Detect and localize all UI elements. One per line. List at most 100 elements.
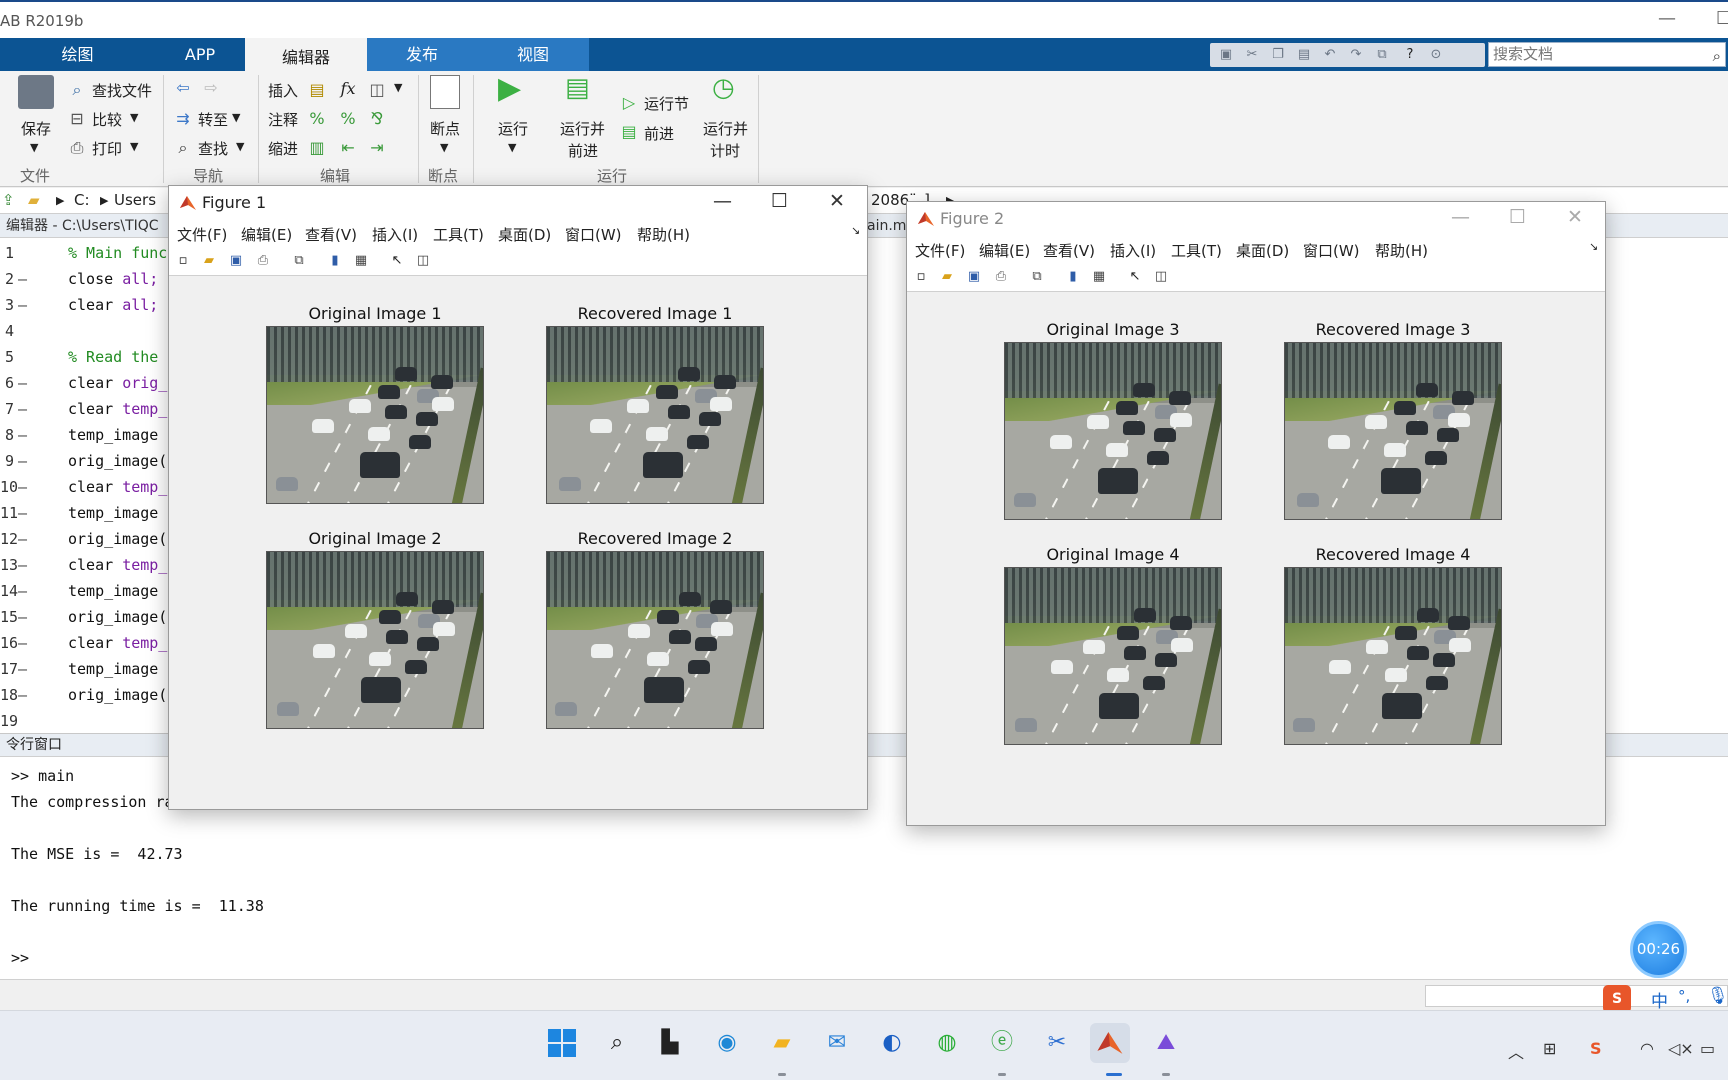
menu-help[interactable]: 帮助(H) xyxy=(1375,240,1428,261)
menu-file[interactable]: 文件(F) xyxy=(177,224,227,245)
paste-icon[interactable]: ▤ xyxy=(1294,45,1314,65)
browser-e-icon[interactable]: ⓔ xyxy=(982,1023,1022,1063)
code-line[interactable]: clear temp_ xyxy=(68,400,167,418)
chevron-down-icon[interactable]: ▼ xyxy=(394,81,402,94)
breakpoint-marker[interactable]: — xyxy=(18,478,27,496)
image-axes[interactable] xyxy=(266,326,484,504)
chevron-down-icon[interactable]: ▼ xyxy=(130,111,138,124)
open-file-icon[interactable]: ▰ xyxy=(937,267,957,287)
breakpoints-button[interactable]: 断点 xyxy=(430,118,460,139)
code-line[interactable]: clear temp_ xyxy=(68,634,167,652)
sogou-ime-icon[interactable]: S xyxy=(1603,985,1631,1013)
code-line[interactable]: temp_image xyxy=(68,582,158,600)
copy-icon[interactable]: ❐ xyxy=(1268,45,1288,65)
save-button[interactable]: 保存 xyxy=(21,118,51,139)
goto-button[interactable]: 转至 xyxy=(198,109,228,130)
back-icon[interactable]: ⇦ xyxy=(172,77,194,99)
advance-button[interactable]: 前进 xyxy=(644,123,674,144)
snipping-tool-icon[interactable]: ✂ xyxy=(1037,1023,1077,1063)
breakpoint-marker[interactable]: — xyxy=(18,504,27,522)
run-icon[interactable]: ▶ xyxy=(498,71,521,106)
legend-icon[interactable]: ▦ xyxy=(351,251,371,271)
minimize-icon[interactable]: — xyxy=(1451,206,1470,228)
sogou-tray-icon[interactable]: S xyxy=(1590,1039,1602,1058)
breakpoint-marker[interactable]: — xyxy=(18,582,27,600)
run-button[interactable]: 运行 xyxy=(498,118,528,139)
close-icon[interactable]: ✕ xyxy=(1567,206,1583,228)
tab-view[interactable]: 视图 xyxy=(477,38,589,71)
wechat-icon[interactable]: ◍ xyxy=(927,1023,967,1063)
ime-punctuation[interactable]: °, xyxy=(1678,987,1690,1005)
minimize-icon[interactable]: — xyxy=(713,190,732,212)
menu-tools[interactable]: 工具(T) xyxy=(433,224,484,245)
insert-button[interactable]: 插入 xyxy=(268,80,298,101)
code-line[interactable]: temp_image xyxy=(68,426,158,444)
breakpoint-marker[interactable]: — xyxy=(18,686,27,704)
recording-timer[interactable]: 00:26 xyxy=(1630,921,1687,978)
help-icon[interactable]: ? xyxy=(1400,45,1420,65)
comment-button[interactable]: 注释 xyxy=(268,109,298,130)
pointer-icon[interactable]: ↖ xyxy=(387,251,407,271)
find-button[interactable]: 查找 xyxy=(198,138,228,159)
show-hidden-icons-icon[interactable]: ︿ xyxy=(1508,1039,1524,1063)
breakpoint-marker[interactable]: — xyxy=(18,296,27,314)
file-explorer-icon[interactable]: ▰ xyxy=(762,1023,802,1063)
image-axes[interactable] xyxy=(1284,567,1502,745)
close-icon[interactable]: ✕ xyxy=(829,190,845,212)
breakpoint-marker[interactable]: — xyxy=(18,530,27,548)
open-file-icon[interactable]: ▰ xyxy=(199,251,219,271)
community-icon[interactable]: ⊙ xyxy=(1426,45,1446,65)
uncomment-icon[interactable]: % xyxy=(337,108,359,130)
increase-indent-icon[interactable]: ⇥ xyxy=(366,137,388,159)
chevron-down-icon[interactable]: ▼ xyxy=(130,140,138,153)
run-and-advance-icon[interactable]: ▤ xyxy=(565,73,590,103)
save-figure-icon[interactable]: ▣ xyxy=(964,267,984,287)
property-inspector-icon[interactable]: ◫ xyxy=(1151,267,1171,287)
breakpoint-marker[interactable]: — xyxy=(18,426,27,444)
input-method-icon[interactable]: ⊞ xyxy=(1543,1039,1556,1058)
code-line[interactable]: close all; xyxy=(68,270,158,288)
menu-edit[interactable]: 编辑(E) xyxy=(241,224,292,245)
image-axes[interactable] xyxy=(1004,567,1222,745)
menu-insert[interactable]: 插入(I) xyxy=(372,224,418,245)
breakpoint-marker[interactable]: — xyxy=(18,556,27,574)
code-line[interactable]: temp_image xyxy=(68,504,158,522)
new-figure-icon[interactable]: ▫ xyxy=(911,267,931,287)
code-line[interactable]: clear temp_ xyxy=(68,556,167,574)
photos-app-icon[interactable]: ⛰ xyxy=(1146,1023,1186,1063)
breakpoint-marker[interactable]: — xyxy=(18,634,27,652)
figure-2-window[interactable]: Figure 2 — ☐ ✕ 文件(F) 编辑(E) 查看(V) 插入(I) 工… xyxy=(906,201,1606,826)
menu-help[interactable]: 帮助(H) xyxy=(637,224,690,245)
run-and-time-icon[interactable]: ◷ xyxy=(712,73,735,103)
task-view-icon[interactable]: ▙ xyxy=(650,1023,690,1063)
code-line[interactable]: orig_image( xyxy=(68,686,167,704)
redo-icon[interactable]: ↷ xyxy=(1346,45,1366,65)
dock-icon[interactable]: ↘ xyxy=(1589,240,1598,253)
breakpoint-marker[interactable]: — xyxy=(18,374,27,392)
breakpoint-marker[interactable]: — xyxy=(18,400,27,418)
breakpoint-marker[interactable]: — xyxy=(18,660,27,678)
save-icon[interactable]: ▣ xyxy=(1216,45,1236,65)
code-line[interactable]: orig_image( xyxy=(68,530,167,548)
chevron-down-icon[interactable]: ▼ xyxy=(30,141,38,154)
menu-window[interactable]: 窗口(W) xyxy=(565,224,622,245)
figure-1-window[interactable]: Figure 1 — ☐ ✕ 文件(F) 编辑(E) 查看(V) 插入(I) 工… xyxy=(168,185,868,810)
code-line[interactable]: temp_image xyxy=(68,660,158,678)
menu-view[interactable]: 查看(V) xyxy=(305,224,357,245)
cut-icon[interactable]: ✂ xyxy=(1242,45,1262,65)
editor-file-tab[interactable]: ain.m xyxy=(867,214,906,238)
search-documentation-input[interactable]: 搜索文档 ⌕ xyxy=(1488,42,1726,67)
code-line[interactable]: clear temp_ xyxy=(68,478,167,496)
print-button[interactable]: 打印 xyxy=(92,138,122,159)
insert-section-icon[interactable]: ▤ xyxy=(306,79,328,101)
app-l-icon[interactable]: ◐ xyxy=(872,1023,912,1063)
run-and-time-label-2[interactable]: 计时 xyxy=(710,140,740,161)
microphone-icon[interactable]: 🎙 xyxy=(1707,986,1728,1006)
mail-icon[interactable]: ✉ xyxy=(817,1023,857,1063)
menu-view[interactable]: 查看(V) xyxy=(1043,240,1095,261)
breakpoint-marker[interactable]: — xyxy=(18,452,27,470)
menu-edit[interactable]: 编辑(E) xyxy=(979,240,1030,261)
wifi-icon[interactable]: ◠ xyxy=(1640,1039,1654,1058)
chevron-down-icon[interactable]: ▼ xyxy=(232,111,240,124)
maximize-icon[interactable]: ☐ xyxy=(1509,206,1526,228)
